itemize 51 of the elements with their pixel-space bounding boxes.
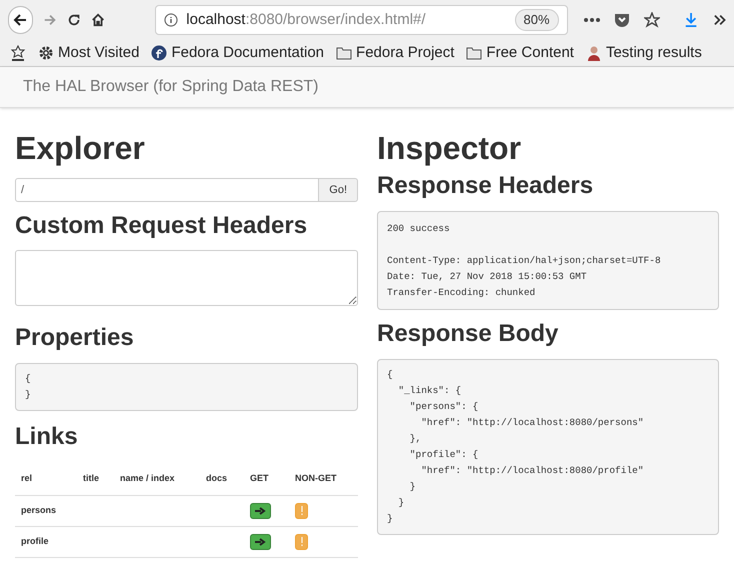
globe-icon <box>151 45 168 61</box>
back-button[interactable] <box>8 6 33 34</box>
address-bar[interactable]: localhost:8080/browser/index.html#/ 80% <box>155 5 568 35</box>
table-cell: persons <box>21 504 56 515</box>
bookmark-link[interactable]: Fedora Project <box>336 42 454 64</box>
explorer-heading: Explorer <box>15 130 146 166</box>
go-button[interactable]: Go! <box>319 178 358 202</box>
bookmark-link[interactable]: Testing results <box>586 42 702 64</box>
section-heading: Response Body <box>377 320 560 348</box>
bookmarks-icon[interactable] <box>10 45 26 61</box>
section-heading: Links <box>15 423 79 451</box>
url-path: :8080/browser/index.html#/ <box>245 10 426 28</box>
column-header: rel <box>21 473 32 483</box>
arrow-icon <box>255 506 266 514</box>
home-icon[interactable] <box>91 12 106 28</box>
reload-icon[interactable] <box>67 12 82 28</box>
chevrons-icon[interactable] <box>714 14 726 26</box>
person-icon <box>586 45 602 61</box>
section-heading: Properties <box>15 324 135 352</box>
folder-icon <box>466 45 482 61</box>
bookmark-link[interactable]: Fedora Documentation <box>151 42 324 64</box>
back-arrow-icon <box>12 12 28 28</box>
bookmark-link[interactable]: Free Content <box>466 42 574 64</box>
column-header: docs <box>206 473 228 483</box>
column-header: NON-GET <box>295 473 336 483</box>
bookmark-link[interactable]: Most Visited <box>38 42 140 64</box>
section-heading: Custom Request Headers <box>15 212 308 240</box>
info-icon <box>164 13 178 27</box>
response-headers-code: 200 success Content-Type: application/hal+json;charset=UTF-8 Date: Tue, 27 Nov 2018 15:00:53 GMT Transfer-Encoding: chunked <box>377 211 719 310</box>
arrow-icon <box>255 538 266 546</box>
properties-code: { } <box>15 363 358 411</box>
column-header: title <box>83 473 100 483</box>
follow-link-button[interactable] <box>250 534 271 550</box>
follow-link-button[interactable] <box>250 502 271 518</box>
url-field[interactable]: / <box>15 178 320 202</box>
zoom-level[interactable]: 80% <box>514 9 559 31</box>
folder-icon <box>336 45 352 61</box>
headers-field[interactable] <box>15 250 358 306</box>
download-icon[interactable] <box>684 11 698 29</box>
column-header: GET <box>250 473 269 483</box>
gear-icon <box>38 45 54 61</box>
url-host: localhost <box>186 10 246 28</box>
more-icon[interactable] <box>584 18 600 22</box>
inspector-heading: Inspector <box>377 130 522 166</box>
table-cell: profile <box>21 536 49 546</box>
star-icon[interactable] <box>644 12 660 28</box>
response-body-code: { "_links": { "persons": { "href": "http://localhost:8080/persons" }, "profile": { "href": "http://localhost:8080/profile" } } } <box>377 359 719 535</box>
brand-link[interactable]: The HAL Browser (for Spring Data REST) <box>23 75 318 99</box>
section-heading: Response Headers <box>377 172 594 200</box>
column-header: name / index <box>120 473 175 483</box>
shield-icon[interactable] <box>614 12 630 28</box>
